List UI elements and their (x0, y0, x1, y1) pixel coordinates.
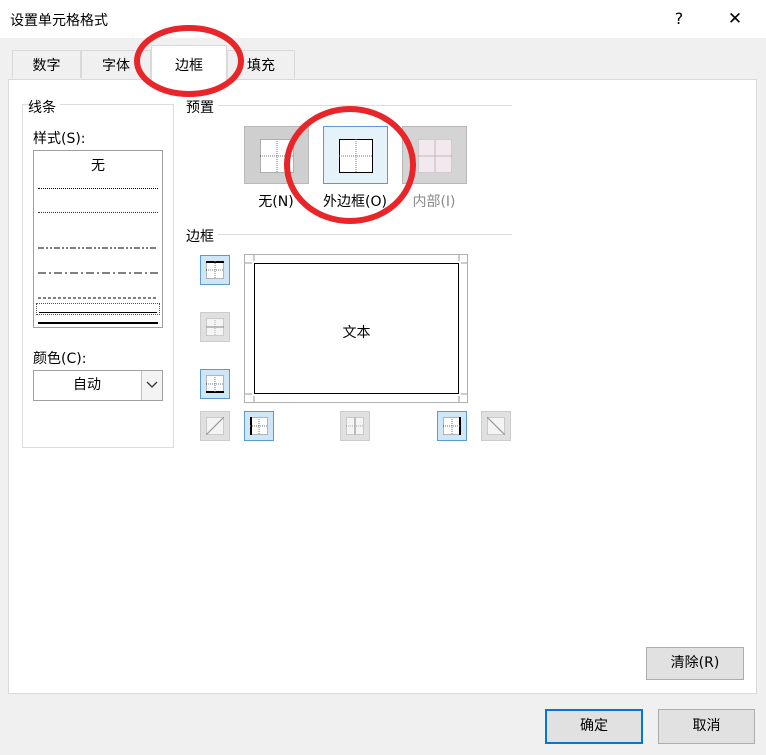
title-bar: 设置单元格格式 ? ✕ (0, 0, 766, 38)
chevron-down-icon[interactable] (141, 371, 162, 400)
tab-fill[interactable]: 填充 (227, 50, 295, 78)
border-inner-horizontal-icon (206, 318, 224, 336)
preview-cell: 文本 (254, 263, 459, 394)
border-top-button[interactable] (200, 255, 230, 285)
preset-outline-icon (339, 139, 373, 173)
line-style-medium[interactable] (38, 322, 158, 324)
dialog-title: 设置单元格格式 (10, 13, 108, 29)
border-divider (186, 234, 512, 235)
presets-title: 预置 (186, 97, 218, 117)
border-inner-vertical-button[interactable] (340, 411, 370, 441)
border-right-button[interactable] (437, 411, 467, 441)
border-right-icon (443, 417, 461, 435)
border-left-icon (250, 417, 268, 435)
border-preview[interactable]: 文本 (244, 254, 468, 403)
preset-none-label: 无(N) (258, 194, 294, 210)
color-select[interactable]: 自动 (33, 370, 163, 401)
line-style-dash-dot[interactable] (38, 262, 158, 274)
preset-inside-label: 内部(I) (412, 194, 456, 210)
border-bottom-button[interactable] (200, 369, 230, 399)
tab-font[interactable]: 字体 (81, 50, 151, 78)
line-style-hair[interactable] (38, 188, 158, 189)
border-top-icon (206, 261, 224, 279)
line-style-dotted[interactable] (38, 212, 158, 213)
preview-text: 文本 (342, 325, 371, 341)
line-style-dash-dot-dot[interactable] (38, 237, 158, 249)
line-style-dashed[interactable] (38, 287, 158, 299)
color-value: 自动 (73, 377, 101, 393)
close-button[interactable]: ✕ (722, 6, 748, 32)
help-button[interactable]: ? (668, 6, 690, 32)
preset-none-button[interactable] (244, 126, 309, 184)
color-label: 颜色(C): (33, 351, 87, 367)
clear-button[interactable]: 清除(R) (646, 647, 744, 680)
presets-divider (186, 105, 512, 106)
preset-outline-label: 外边框(O) (323, 194, 387, 210)
preset-outline-button[interactable] (323, 126, 388, 184)
border-inner-horizontal-button[interactable] (200, 312, 230, 342)
line-group-title: 线条 (28, 97, 60, 117)
diagonal-down-icon (487, 417, 505, 435)
border-title: 边框 (186, 226, 218, 246)
line-style-thin-selected[interactable] (36, 303, 160, 315)
border-bottom-icon (206, 375, 224, 393)
ok-button[interactable]: 确定 (545, 709, 643, 744)
diagonal-up-icon (206, 417, 224, 435)
line-style-none[interactable]: 无 (34, 155, 162, 175)
border-diagonal-up-button[interactable] (200, 411, 230, 441)
cancel-button[interactable]: 取消 (658, 709, 755, 744)
preset-none-icon (260, 139, 294, 173)
line-style-list[interactable]: 无 (33, 150, 163, 328)
border-diagonal-down-button[interactable] (481, 411, 511, 441)
preset-inside-icon (418, 139, 452, 173)
tab-border[interactable]: 边框 (151, 45, 227, 80)
preset-inside-button (402, 126, 467, 184)
border-inner-vertical-icon (346, 417, 364, 435)
style-label: 样式(S): (33, 131, 86, 147)
tab-number[interactable]: 数字 (12, 50, 81, 78)
border-left-button[interactable] (244, 411, 274, 441)
